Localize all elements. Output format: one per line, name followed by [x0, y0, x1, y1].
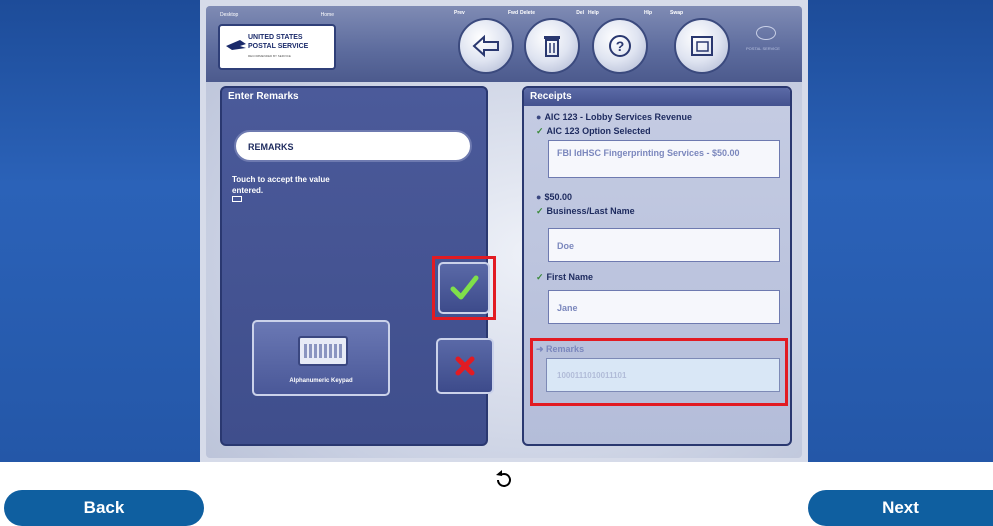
receipt-line-lastname: ✓ Business/Last Name — [536, 206, 635, 217]
tab-help[interactable]: Help Hlp ? — [588, 10, 652, 74]
remarks-input[interactable]: REMARKS — [234, 130, 472, 162]
home-label: Home — [320, 12, 334, 18]
arrow-icon: ➜ — [536, 344, 547, 354]
receipt-remarks-text: Remarks — [546, 344, 585, 354]
kiosk-header: Desktop Home UNITED STATES POSTAL SERVIC… — [206, 6, 802, 82]
alphanumeric-keypad-button[interactable]: Alphanumeric Keypad — [252, 320, 390, 396]
check-icon: ✓ — [536, 272, 544, 282]
swap-button[interactable] — [674, 18, 730, 74]
globe-logo: POSTAL SERVICE — [746, 18, 792, 58]
receipt-firstname-label: First Name — [546, 272, 594, 282]
receipt-aic-text: AIC 123 - Lobby Services Revenue — [544, 112, 692, 122]
close-icon — [455, 356, 475, 376]
receipt-line-aic: ● AIC 123 - Lobby Services Revenue — [536, 112, 692, 122]
accept-hint: Touch to accept the value entered. — [232, 175, 330, 195]
check-icon: ✓ — [536, 206, 544, 216]
desktop-label: Desktop — [220, 12, 239, 18]
accept-button-wrap[interactable] — [432, 256, 496, 320]
kiosk-screen: Desktop Home UNITED STATES POSTAL SERVIC… — [200, 0, 808, 462]
question-icon: ? — [609, 35, 631, 57]
tab-help-label-left: Help — [588, 10, 599, 16]
tab-back-label-left: Prev — [454, 10, 465, 16]
reload-icon[interactable] — [492, 468, 516, 492]
receipt-amount-text: $50.00 — [544, 192, 572, 202]
cancel-button[interactable] — [436, 338, 494, 394]
help-button[interactable]: ? — [592, 18, 648, 74]
right-background-panel — [808, 0, 993, 462]
globe-icon — [756, 26, 776, 40]
logo-plate: UNITED STATES POSTAL SERVICE RECOMMENDED… — [218, 24, 336, 70]
back-button[interactable] — [458, 18, 514, 74]
receipt-lastname-label: Business/Last Name — [546, 206, 635, 216]
eagle-icon — [226, 40, 246, 50]
left-background-panel — [0, 0, 200, 462]
next-nav-button[interactable]: Next — [808, 490, 993, 526]
keypad-label: Alphanumeric Keypad — [289, 378, 353, 384]
tab-swap[interactable]: Swap — [670, 10, 734, 74]
delete-button[interactable] — [524, 18, 580, 74]
tab-delete-label-right: Del — [576, 10, 584, 16]
receipts-title: Receipts — [524, 88, 790, 106]
receipt-remarks-label: ➜ Remarks — [536, 344, 584, 355]
keyboard-icon — [298, 336, 348, 366]
bullet-icon: ● — [536, 112, 542, 122]
logo-line3: RECOMMENDED BY SERVICE — [248, 54, 291, 58]
tab-help-label-right: Hlp — [643, 10, 652, 16]
tab-delete[interactable]: Delete Del — [520, 10, 584, 74]
tab-back-label-right: Fwd — [508, 10, 518, 16]
usps-logo[interactable]: Desktop Home UNITED STATES POSTAL SERVIC… — [216, 10, 338, 70]
svg-text:?: ? — [616, 38, 625, 54]
option-value-box[interactable]: FBI IdHSC Fingerprinting Services - $50.… — [548, 140, 780, 178]
accept-button[interactable] — [438, 262, 490, 314]
firstname-value-box[interactable]: Jane — [548, 290, 780, 324]
receipt-option-text: AIC 123 Option Selected — [546, 126, 651, 136]
trash-icon — [544, 36, 560, 57]
enter-remarks-title: Enter Remarks — [228, 91, 299, 102]
receipt-line-firstname: ✓ First Name — [536, 272, 593, 283]
keyboard-small-icon — [232, 196, 242, 202]
receipt-line-amount: ● $50.00 — [536, 192, 572, 202]
bullet-icon: ● — [536, 192, 542, 202]
remarks-value-box[interactable]: 1000111010011101 — [546, 358, 780, 392]
tab-back[interactable]: Prev Fwd — [454, 10, 518, 74]
lastname-value-box[interactable]: Doe — [548, 228, 780, 262]
receipt-line-option: ✓ AIC 123 Option Selected — [536, 126, 651, 137]
logo-top-labels: Desktop Home — [216, 10, 338, 22]
globe-text: POSTAL SERVICE — [746, 46, 780, 51]
logo-line2: POSTAL SERVICE — [248, 43, 309, 50]
tab-delete-label-left: Delete — [520, 10, 536, 16]
back-arrow-icon — [472, 34, 499, 58]
enter-remarks-panel: Enter Remarks REMARKS Touch to accept th… — [220, 86, 496, 446]
logo-line1: UNITED STATES — [248, 34, 303, 41]
check-icon: ✓ — [536, 126, 544, 136]
stage: Desktop Home UNITED STATES POSTAL SERVIC… — [0, 0, 993, 526]
checkmark-icon — [450, 275, 479, 300]
receipts-panel: Receipts ● AIC 123 - Lobby Services Reven… — [522, 86, 792, 446]
back-nav-button[interactable]: Back — [4, 490, 204, 526]
window-icon — [691, 36, 713, 56]
kiosk-inner: Desktop Home UNITED STATES POSTAL SERVIC… — [206, 6, 802, 458]
tab-swap-label-left: Swap — [670, 10, 684, 16]
